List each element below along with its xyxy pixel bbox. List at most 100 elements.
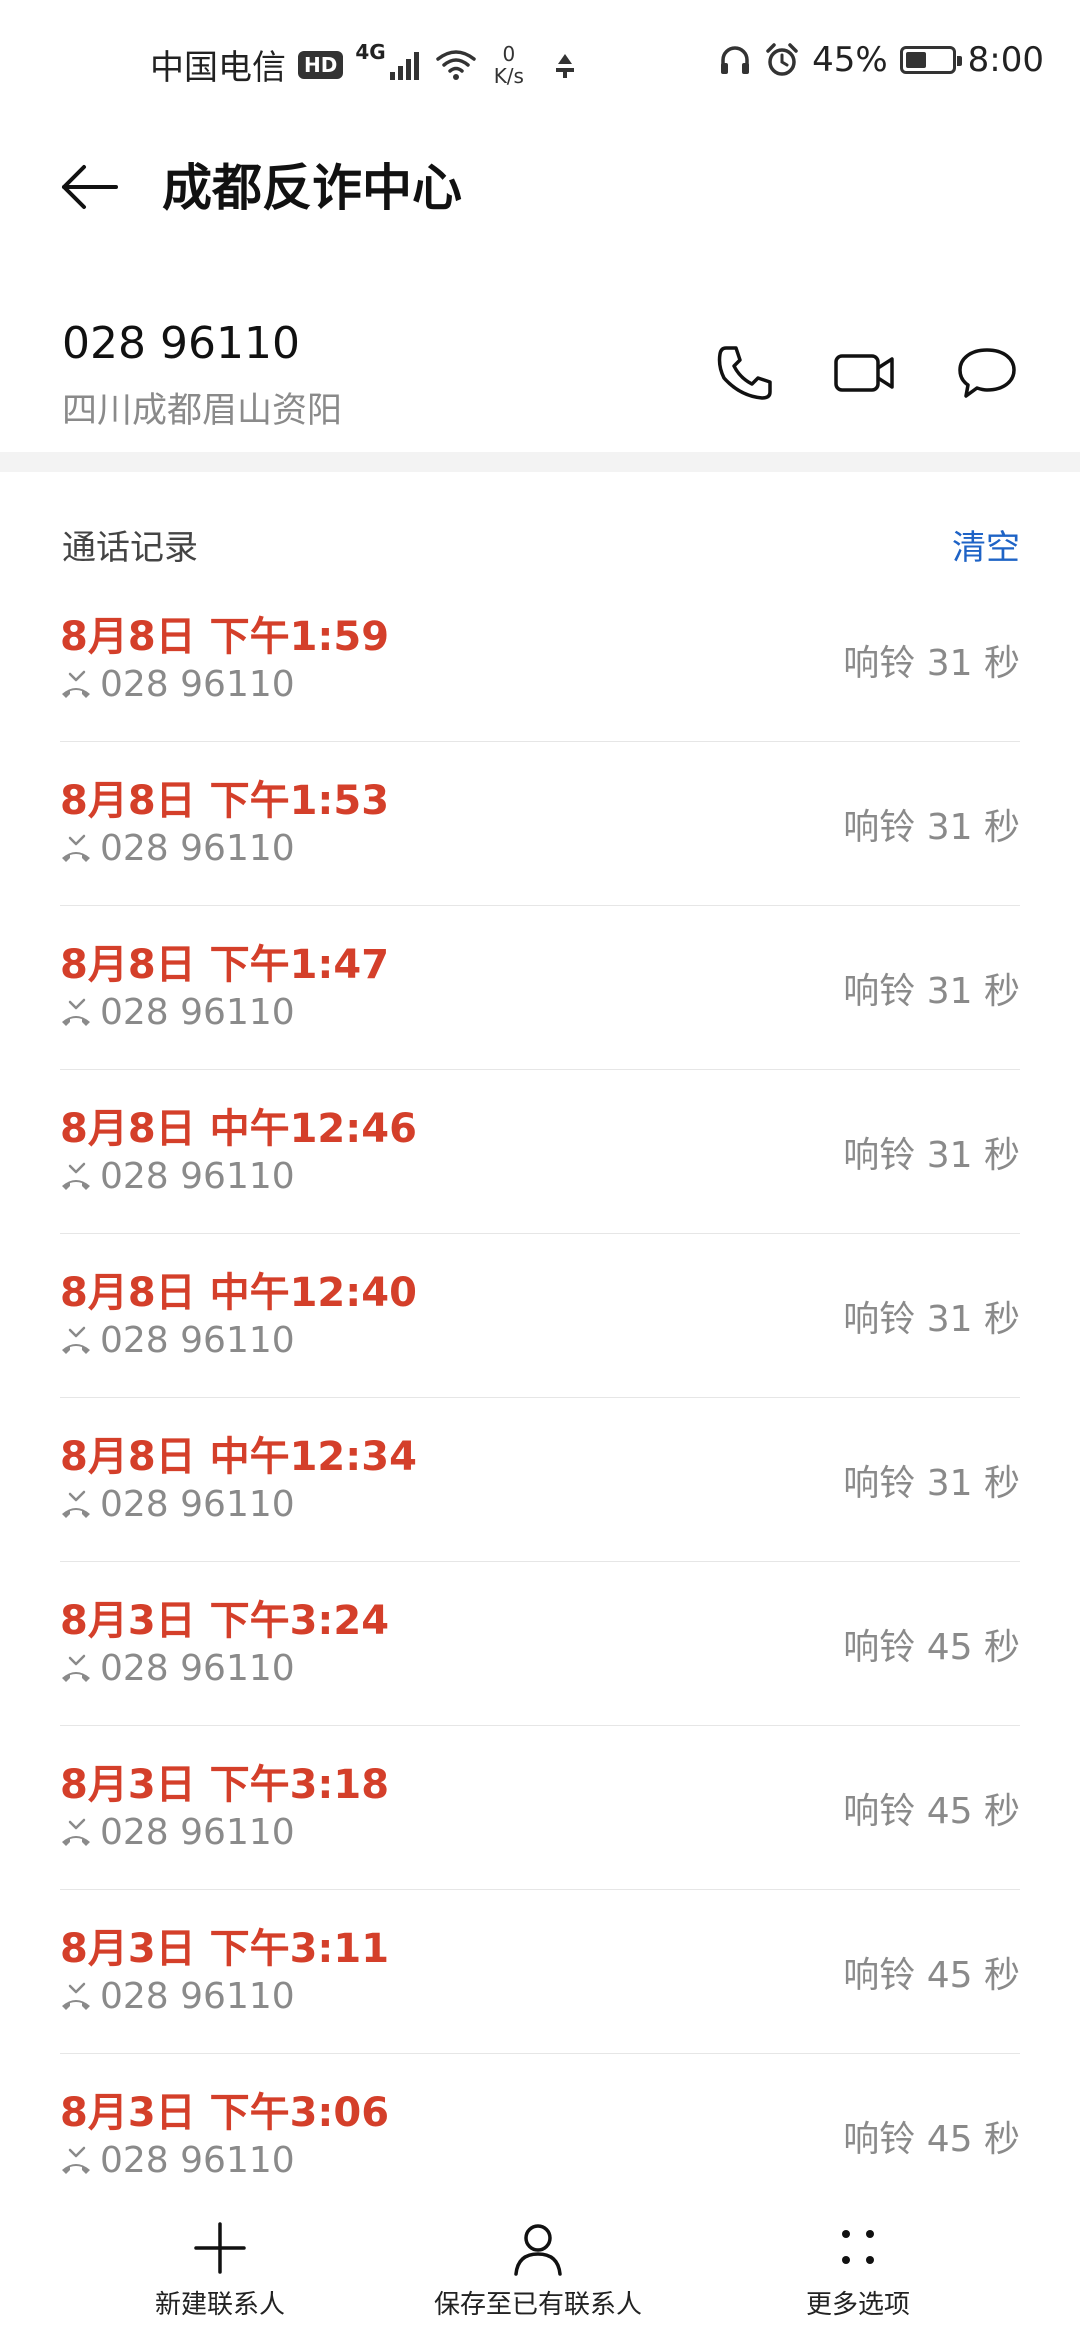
- plus-icon: [194, 2222, 246, 2274]
- call-log-row[interactable]: 8月8日 下午1:53 028 96110 响铃 31 秒: [60, 742, 1020, 906]
- contact-location: 四川成都眉山资阳: [62, 391, 343, 431]
- call-number: 028 96110: [100, 1812, 295, 1853]
- call-number: 028 96110: [100, 1156, 295, 1197]
- call-time: 8月8日 中午12:46: [60, 1106, 417, 1152]
- call-log-row[interactable]: 8月3日 下午3:11 028 96110 响铃 45 秒: [60, 1890, 1020, 2054]
- missed-call-icon: [62, 834, 90, 862]
- call-number: 028 96110: [100, 664, 295, 705]
- call-log-row[interactable]: 8月8日 中午12:34 028 96110 响铃 31 秒: [60, 1398, 1020, 1562]
- call-number: 028 96110: [100, 828, 295, 869]
- missed-call-icon: [62, 1818, 90, 1846]
- battery-fill: [905, 52, 926, 68]
- call-log-row[interactable]: 8月8日 中午12:46 028 96110 响铃 31 秒: [60, 1070, 1020, 1234]
- status-bar-right: 45% 8:00: [718, 40, 1044, 80]
- missed-call-icon: [62, 670, 90, 698]
- call-time: 8月3日 下午3:18: [60, 1762, 390, 1808]
- missed-call-icon: [62, 1162, 90, 1190]
- call-duration: 响铃 45 秒: [843, 1791, 1020, 1832]
- contact-number: 028 96110: [62, 318, 300, 369]
- back-arrow-icon[interactable]: [56, 152, 126, 222]
- call-details: 028 96110: [60, 2140, 295, 2181]
- call-duration: 响铃 31 秒: [843, 1135, 1020, 1176]
- call-duration: 响铃 45 秒: [843, 2119, 1020, 2160]
- call-log-header: 通话记录 清空: [62, 512, 1020, 572]
- call-duration: 响铃 31 秒: [843, 1463, 1020, 1504]
- bottom-toolbar: 新建联系人 保存至已有联系人 更多选项: [0, 2200, 1080, 2340]
- wifi-icon: [435, 49, 476, 80]
- call-duration: 响铃 31 秒: [843, 1299, 1020, 1340]
- missed-call-icon: [62, 1326, 90, 1354]
- hd-badge: HD: [298, 50, 344, 79]
- more-options-label: 更多选项: [805, 2290, 911, 2320]
- missed-call-icon: [62, 1490, 90, 1518]
- save-to-existing-contact-label: 保存至已有联系人: [433, 2290, 643, 2320]
- call-number: 028 96110: [100, 1976, 295, 2017]
- call-details: 028 96110: [60, 1484, 295, 1525]
- call-details: 028 96110: [60, 992, 295, 1033]
- call-number: 028 96110: [100, 992, 295, 1033]
- call-duration: 响铃 31 秒: [843, 807, 1020, 848]
- missed-call-icon: [62, 1654, 90, 1682]
- call-details: 028 96110: [60, 1812, 295, 1853]
- title-bar: 成都反诈中心: [0, 130, 1080, 240]
- call-time: 8月3日 下午3:11: [60, 1926, 390, 1972]
- call-time: 8月3日 下午3:24: [60, 1598, 390, 1644]
- call-log-row[interactable]: 8月3日 下午3:06 028 96110 响铃 45 秒: [60, 2054, 1020, 2218]
- save-to-existing-contact-button[interactable]: 保存至已有联系人: [434, 2218, 642, 2321]
- missed-call-icon: [62, 1982, 90, 2010]
- clear-button[interactable]: 清空: [952, 520, 1020, 569]
- new-contact-label: 新建联系人: [154, 2290, 286, 2320]
- section-divider: [0, 452, 1080, 472]
- call-time: 8月3日 下午3:06: [60, 2090, 390, 2136]
- call-log-row[interactable]: 8月3日 下午3:18 028 96110 响铃 45 秒: [60, 1726, 1020, 1890]
- network-type: 4G: [355, 40, 386, 64]
- call-number: 028 96110: [100, 1648, 295, 1689]
- call-details: 028 96110: [60, 1156, 295, 1197]
- alarm-icon: [766, 43, 798, 76]
- new-contact-button[interactable]: 新建联系人: [155, 2218, 285, 2321]
- call-time: 8月8日 中午12:40: [60, 1270, 417, 1316]
- missed-call-icon: [62, 998, 90, 1026]
- message-icon[interactable]: [954, 340, 1020, 406]
- call-details: 028 96110: [60, 1976, 295, 2017]
- call-details: 028 96110: [60, 664, 295, 705]
- call-number: 028 96110: [100, 1320, 295, 1361]
- page-title: 成都反诈中心: [162, 159, 462, 217]
- signal-icon: [389, 51, 419, 80]
- call-time: 8月8日 下午1:47: [60, 942, 390, 988]
- call-log-title: 通话记录: [62, 528, 198, 568]
- call-number: 028 96110: [100, 2140, 295, 2181]
- call-details: 028 96110: [60, 828, 295, 869]
- call-number: 028 96110: [100, 1484, 295, 1525]
- call-duration: 响铃 31 秒: [843, 971, 1020, 1012]
- person-icon: [514, 2224, 562, 2276]
- call-time: 8月8日 下午1:59: [60, 614, 390, 660]
- call-details: 028 96110: [60, 1648, 295, 1689]
- video-call-icon[interactable]: [832, 340, 898, 406]
- battery-tip: [956, 56, 962, 66]
- call-log-row[interactable]: 8月8日 下午1:59 028 96110 响铃 31 秒: [60, 578, 1020, 742]
- call-duration: 响铃 45 秒: [843, 1627, 1020, 1668]
- network-speed: 0 K/s: [494, 43, 524, 87]
- status-bar-left: 中国电信 HD 4G 0 K/s: [150, 40, 580, 89]
- carrier-name: 中国电信: [150, 48, 286, 88]
- battery-icon: [899, 46, 962, 74]
- call-details: 028 96110: [60, 1320, 295, 1361]
- clock: 8:00: [967, 40, 1044, 80]
- call-time: 8月8日 下午1:53: [60, 778, 390, 824]
- more-options-button[interactable]: 更多选项: [806, 2218, 910, 2321]
- battery-percent: 45%: [812, 40, 888, 80]
- contact-header: 028 96110 四川成都眉山资阳: [0, 300, 1080, 450]
- call-log-row[interactable]: 8月8日 中午12:40 028 96110 响铃 31 秒: [60, 1234, 1020, 1398]
- call-log-row[interactable]: 8月8日 下午1:47 028 96110 响铃 31 秒: [60, 906, 1020, 1070]
- call-log-row[interactable]: 8月3日 下午3:24 028 96110 响铃 45 秒: [60, 1562, 1020, 1726]
- phone-icon[interactable]: [712, 340, 778, 406]
- call-duration: 响铃 45 秒: [843, 1955, 1020, 1996]
- call-duration: 响铃 31 秒: [843, 643, 1020, 684]
- status-bar: 中国电信 HD 4G 0 K/s 45% 8:00: [0, 0, 1080, 130]
- call-log-list: 8月8日 下午1:59 028 96110 响铃 31 秒 8月8日 下午1:5…: [60, 578, 1020, 2218]
- missed-call-icon: [62, 2146, 90, 2174]
- network-speed-value: 0: [502, 41, 516, 66]
- headphones-icon: [721, 46, 750, 74]
- call-time: 8月8日 中午12:34: [60, 1434, 417, 1480]
